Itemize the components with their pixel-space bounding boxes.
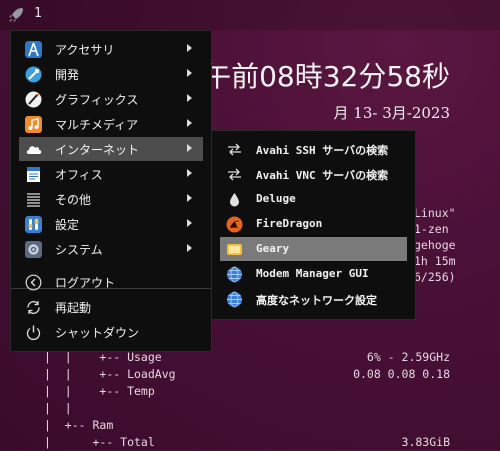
graphics-icon <box>25 91 42 108</box>
submenu-item-firedragon[interactable]: FireDragon <box>212 212 415 236</box>
geary-mail-icon <box>227 244 242 255</box>
submenu-item-deluge[interactable]: Deluge <box>212 187 415 211</box>
menu-item-accessories[interactable]: アクセサリ <box>11 37 211 61</box>
conky-system-info: Linux" 1-zen gehoge 1h 15m 6/256) <box>414 205 456 285</box>
multimedia-icon <box>25 116 42 133</box>
conky-kernel: 1-zen <box>414 222 449 236</box>
system-icon <box>25 241 42 258</box>
menu-item-system[interactable]: システム <box>11 237 211 261</box>
workspace-indicator[interactable]: 1 <box>34 6 42 21</box>
submenu-item-label: Avahi SSH サーバの検索 <box>256 144 389 157</box>
menu-item-development[interactable]: 開発 <box>11 62 211 86</box>
submenu-item-label: Avahi VNC サーバの検索 <box>256 169 389 182</box>
conky-tree-line: | | <box>44 384 86 398</box>
conky-cpu-usage-label: +-- Usage <box>85 350 162 364</box>
submenu-item-advanced-network[interactable]: 高度なネットワーク設定 <box>212 287 415 311</box>
menu-item-label: 開発 <box>55 68 80 82</box>
menu-item-settings[interactable]: 設定 <box>11 212 211 236</box>
submenu-item-label: 高度なネットワーク設定 <box>256 294 377 307</box>
logout-icon <box>25 274 42 291</box>
application-menu: アクセサリ 開発 グラフィックス マルチメディア インターネット オフィス その… <box>10 30 212 352</box>
submenu-item-modem-manager[interactable]: Modem Manager GUI <box>212 262 415 286</box>
menu-item-graphics[interactable]: グラフィックス <box>11 87 211 111</box>
menu-item-label: インターネット <box>55 143 140 157</box>
conky-hostname: gehoge <box>414 238 456 252</box>
conky-cpu-usage-value: 6% - 2.59GHz <box>366 350 450 364</box>
rocket-launcher-icon[interactable] <box>6 5 26 25</box>
menu-item-internet[interactable]: インターネット <box>19 137 203 161</box>
network-arrows-icon <box>228 168 241 181</box>
submenu-arrow-icon <box>187 144 192 152</box>
menu-item-label: マルチメディア <box>55 118 139 132</box>
submenu-arrow-icon <box>187 169 192 177</box>
internet-submenu: Avahi SSH サーバの検索 Avahi VNC サーバの検索 Deluge… <box>211 130 416 320</box>
submenu-arrow-icon <box>187 69 192 77</box>
menu-action-shutdown[interactable]: シャットダウン <box>11 320 211 344</box>
conky-total-value: 3.83GiB <box>401 435 450 449</box>
submenu-arrow-icon <box>187 194 192 202</box>
menu-item-label: グラフィックス <box>55 93 139 107</box>
conky-ram-label: +-- Ram <box>64 418 114 432</box>
menu-item-label: システム <box>55 243 103 257</box>
menu-action-label: ログアウト <box>55 276 116 290</box>
menu-item-multimedia[interactable]: マルチメディア <box>11 112 211 136</box>
menu-item-label: その他 <box>55 193 92 207</box>
firedragon-icon <box>226 216 243 233</box>
submenu-item-avahi-vnc[interactable]: Avahi VNC サーバの検索 <box>212 162 415 186</box>
desktop-clock: 午前08時32分58秒 <box>203 60 450 93</box>
conky-tree-line: | | <box>44 367 86 381</box>
water-drop-icon <box>230 193 239 207</box>
globe-icon <box>227 266 242 283</box>
conky-processes: 6/256) <box>414 270 456 284</box>
submenu-item-label: FireDragon <box>256 217 323 230</box>
top-panel: 1 <box>0 0 500 30</box>
menu-item-label: アクセサリ <box>55 43 115 57</box>
conky-tree-line: | | <box>44 350 86 364</box>
conky-values: 6% - 2.59GHz 0.08 0.08 0.18 3.83GiB <box>330 349 450 451</box>
submenu-item-avahi-ssh[interactable]: Avahi SSH サーバの検索 <box>212 137 415 161</box>
conky-tree: | | +-- Usage | | +-- LoadAvg | | +-- Te… <box>44 349 176 451</box>
reboot-icon <box>27 301 40 314</box>
menu-item-office[interactable]: オフィス <box>11 162 211 186</box>
menu-action-reboot[interactable]: 再起動 <box>11 295 211 319</box>
other-icon <box>27 193 40 207</box>
submenu-arrow-icon <box>187 119 192 127</box>
conky-tree-line: | <box>44 435 79 449</box>
office-icon <box>27 167 40 182</box>
conky-temp-label: +-- Temp <box>85 384 155 398</box>
internet-icon <box>26 146 42 154</box>
menu-item-label: オフィス <box>55 168 103 182</box>
menu-action-label: シャットダウン <box>55 326 140 340</box>
menu-action-logout[interactable]: ログアウト <box>11 270 211 294</box>
submenu-item-label: Deluge <box>256 192 296 205</box>
menu-action-label: 再起動 <box>55 301 92 315</box>
shutdown-icon <box>26 325 41 340</box>
conky-uptime: 1h 15m <box>414 254 456 268</box>
submenu-arrow-icon <box>187 219 192 227</box>
submenu-item-label: Geary <box>256 242 290 255</box>
conky-tree-line: | <box>44 418 65 432</box>
desktop-date: 月 13- 3月-2023 <box>333 104 450 122</box>
conky-loadavg-label: +-- LoadAvg <box>85 367 176 381</box>
submenu-item-label: Modem Manager GUI <box>256 267 369 280</box>
development-icon <box>25 66 42 83</box>
network-arrows-icon <box>228 143 241 156</box>
conky-os: Linux" <box>414 206 456 220</box>
conky-total-label: +-- Total <box>78 435 155 449</box>
submenu-arrow-icon <box>187 94 192 102</box>
menu-item-label: 設定 <box>55 218 80 232</box>
settings-icon <box>25 216 42 233</box>
menu-item-other[interactable]: その他 <box>11 187 211 211</box>
globe-icon <box>227 291 242 308</box>
accessories-icon <box>25 41 42 58</box>
conky-loadavg-value: 0.08 0.08 0.18 <box>353 367 450 381</box>
submenu-arrow-icon <box>187 44 192 52</box>
submenu-item-geary[interactable]: Geary <box>220 237 407 261</box>
submenu-arrow-icon <box>187 244 192 252</box>
conky-tree-line: | | <box>44 401 72 415</box>
